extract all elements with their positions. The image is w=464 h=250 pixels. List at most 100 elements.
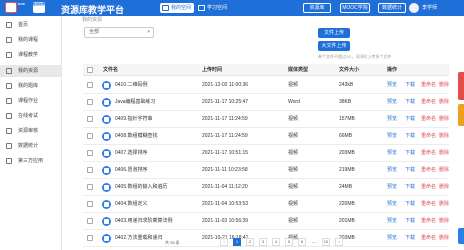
resource-lib-button[interactable]: 资源库: [303, 3, 331, 13]
file-name[interactable]: 0404.数组定义: [115, 196, 199, 213]
rename-link[interactable]: 重命名: [421, 111, 436, 128]
delete-link[interactable]: 删除: [439, 196, 449, 213]
sidebar-item-stats[interactable]: 数据统计: [0, 140, 62, 152]
file-name[interactable]: 0405.数组的输入和遍历: [115, 179, 199, 196]
row-checkbox[interactable]: [87, 133, 93, 139]
row-checkbox[interactable]: [87, 235, 93, 241]
table-row[interactable]: 0404.数组定义 2021-11-04 10:53:53 视频 220MB 预览 下载重…: [83, 196, 449, 213]
file-name[interactable]: 0410.二维码例: [115, 77, 199, 94]
preview-link[interactable]: 预览: [387, 128, 397, 145]
rename-link[interactable]: 重命名: [421, 162, 436, 179]
preview-link[interactable]: 预览: [387, 162, 397, 179]
table-row[interactable]: 0410.二维码例 2021-12-02 11:00:36 视频 243kB 预览 下载重…: [83, 77, 449, 94]
row-checkbox[interactable]: [87, 184, 93, 190]
row-checkbox[interactable]: [87, 218, 93, 224]
preview-link[interactable]: 预览: [387, 213, 397, 230]
table-row[interactable]: 0403.用递归求阶乘算法例 2021-11-03 10:56:39 视频 201MB…: [83, 213, 449, 230]
select-all-checkbox[interactable]: [87, 67, 93, 73]
avatar[interactable]: [409, 3, 419, 13]
file-name[interactable]: Java编程基础练习: [115, 94, 199, 111]
rename-link[interactable]: 重命名: [421, 230, 436, 247]
download-link[interactable]: 下载: [405, 179, 415, 196]
rename-link[interactable]: 重命名: [421, 196, 436, 213]
table-row[interactable]: 0405.数组的输入和遍历 2021-11-04 11:12:20 视频 24MB 预览…: [83, 179, 449, 196]
row-checkbox[interactable]: [87, 116, 93, 122]
file-name[interactable]: 0408.数组模糊查找: [115, 128, 199, 145]
delete-link[interactable]: 删除: [439, 128, 449, 145]
help-float-tab[interactable]: [458, 104, 464, 126]
file-name[interactable]: 0403.用递归求阶乘算法例: [115, 213, 199, 230]
table-row[interactable]: Java编程基础练习 2021-11-17 10:25:47 Word 38KB 预览下…: [83, 94, 449, 111]
sidebar-item-courses[interactable]: 我的课程: [0, 34, 62, 46]
rename-link[interactable]: 重命名: [421, 145, 436, 162]
file-name[interactable]: 0402.方法重载和递归: [115, 230, 199, 247]
page-2-button[interactable]: 2: [246, 238, 254, 246]
prev-page-button[interactable]: ‹: [220, 238, 228, 246]
upload-button[interactable]: 文件上传: [318, 28, 350, 38]
file-name[interactable]: 0406.冒泡排序: [115, 162, 199, 179]
table-row[interactable]: 0409.指针字符串 2021-11-17 11:24:59 视频 157MB 预览 下载…: [83, 111, 449, 128]
download-link[interactable]: 下载: [405, 77, 415, 94]
sidebar-item-review[interactable]: 资源审核: [0, 125, 62, 137]
page-4-button[interactable]: 4: [272, 238, 280, 246]
sidebar-item-home[interactable]: 首页: [0, 19, 62, 31]
download-link[interactable]: 下载: [405, 213, 415, 230]
tab-study-space[interactable]: 学习空间: [196, 3, 227, 13]
sidebar-item-teaching[interactable]: 课程教学: [0, 49, 62, 61]
user-name[interactable]: 李学师: [422, 4, 437, 11]
table-row[interactable]: 0407.选择排序 2021-11-17 10:51:15 视频 203MB 预览 下载重…: [83, 145, 449, 162]
sidebar-item-third-party[interactable]: 第三方应用: [0, 155, 62, 167]
tab-my-space[interactable]: 我的空间: [160, 3, 195, 13]
page-1-button[interactable]: 1: [233, 238, 241, 246]
row-checkbox[interactable]: [87, 167, 93, 173]
download-link[interactable]: 下载: [405, 94, 415, 111]
page-3-button[interactable]: 3: [259, 238, 267, 246]
delete-link[interactable]: 删除: [439, 179, 449, 196]
preview-link[interactable]: 预览: [387, 230, 397, 247]
large-upload-button[interactable]: 大文件上传: [318, 41, 350, 51]
download-link[interactable]: 下载: [405, 162, 415, 179]
next-page-button[interactable]: ›: [335, 238, 343, 246]
rename-link[interactable]: 重命名: [421, 94, 436, 111]
rename-link[interactable]: 重命名: [421, 128, 436, 145]
table-row[interactable]: 0408.数组模糊查找 2021-11-17 11:24:59 视频 66MB 预览 下载…: [83, 128, 449, 145]
file-name[interactable]: 0409.指针字符串: [115, 111, 199, 128]
category-select[interactable]: 全部 ▾: [84, 27, 154, 38]
preview-link[interactable]: 预览: [387, 111, 397, 128]
delete-link[interactable]: 删除: [439, 111, 449, 128]
delete-link[interactable]: 删除: [439, 213, 449, 230]
download-link[interactable]: 下载: [405, 145, 415, 162]
download-link[interactable]: 下载: [405, 196, 415, 213]
sidebar-item-question-bank[interactable]: 我的题库: [0, 80, 62, 92]
row-checkbox[interactable]: [87, 201, 93, 207]
preview-link[interactable]: 预览: [387, 145, 397, 162]
sidebar-item-homework[interactable]: 课程作业: [0, 95, 62, 107]
sidebar-item-resources[interactable]: 我的资源: [0, 65, 62, 77]
page-5-button[interactable]: 5: [285, 238, 293, 246]
delete-link[interactable]: 删除: [439, 145, 449, 162]
delete-link[interactable]: 删除: [439, 94, 449, 111]
delete-link[interactable]: 删除: [439, 77, 449, 94]
preview-link[interactable]: 预览: [387, 196, 397, 213]
rename-link[interactable]: 重命名: [421, 77, 436, 94]
download-link[interactable]: 下载: [405, 111, 415, 128]
rename-link[interactable]: 重命名: [421, 179, 436, 196]
row-checkbox[interactable]: [87, 99, 93, 105]
download-link[interactable]: 下载: [405, 230, 415, 247]
delete-link[interactable]: 删除: [439, 230, 449, 247]
preview-link[interactable]: 预览: [387, 77, 397, 94]
download-link[interactable]: 下载: [405, 128, 415, 145]
row-checkbox[interactable]: [87, 150, 93, 156]
mooc-button[interactable]: MOOC学院: [340, 3, 370, 13]
statistics-button[interactable]: 数据统计: [378, 3, 406, 13]
rename-link[interactable]: 重命名: [421, 213, 436, 230]
back-to-top-tab[interactable]: [458, 228, 464, 244]
table-row[interactable]: 0406.冒泡排序 2021-11-11 10:23:58 视频 219MB 预览 下载重…: [83, 162, 449, 179]
preview-link[interactable]: 预览: [387, 94, 397, 111]
preview-link[interactable]: 预览: [387, 179, 397, 196]
delete-link[interactable]: 删除: [439, 162, 449, 179]
page-6-button[interactable]: 6: [298, 238, 306, 246]
page-10-button[interactable]: 10: [322, 238, 330, 246]
row-checkbox[interactable]: [87, 82, 93, 88]
breadcrumb[interactable]: 我的资源: [82, 16, 102, 23]
